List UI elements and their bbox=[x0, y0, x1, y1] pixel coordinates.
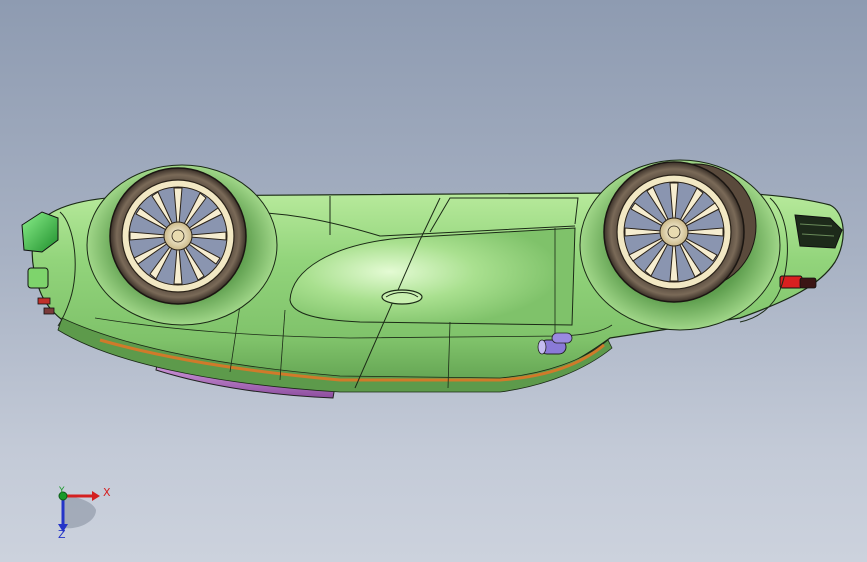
rear-wheel-assembly[interactable] bbox=[579, 159, 781, 331]
triad-shadow bbox=[63, 496, 96, 529]
front-hub-cap bbox=[171, 229, 185, 243]
triad-y-label: Y bbox=[59, 486, 65, 496]
triad-z-label: Z bbox=[58, 528, 66, 541]
car-model-view[interactable] bbox=[0, 0, 867, 562]
cad-graphics-viewport[interactable]: X Y Z bbox=[0, 0, 867, 562]
rear-hub-cap bbox=[667, 225, 681, 239]
triad-x-label: X bbox=[103, 486, 111, 499]
taillights bbox=[779, 275, 817, 289]
front-wheel-assembly[interactable] bbox=[86, 164, 278, 326]
triad-x-arrow bbox=[92, 491, 100, 501]
front-fog-light bbox=[27, 267, 49, 289]
